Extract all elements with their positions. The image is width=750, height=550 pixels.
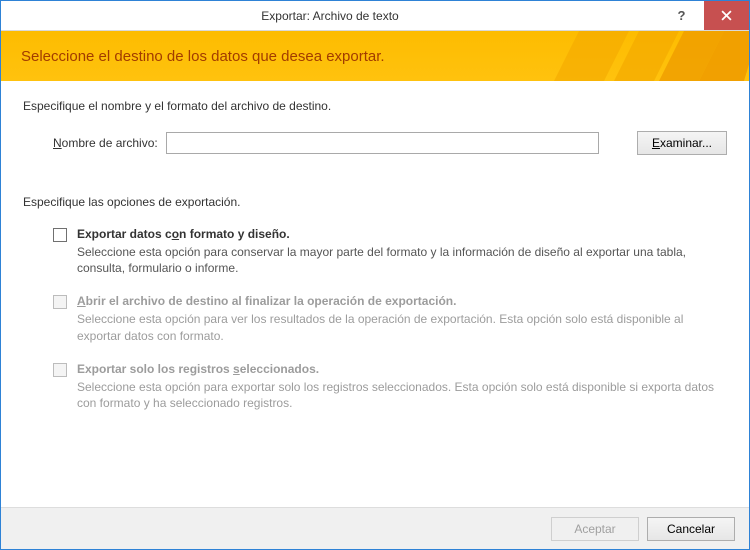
browse-button[interactable]: Examinar... xyxy=(637,131,727,155)
option-desc: Seleccione esta opción para conservar la… xyxy=(77,244,727,276)
window-title: Exportar: Archivo de texto xyxy=(1,9,659,23)
option-selected-records: Exportar solo los registros seleccionado… xyxy=(53,362,727,411)
title-bar: Exportar: Archivo de texto ? xyxy=(1,1,749,31)
option-title: Abrir el archivo de destino al finalizar… xyxy=(77,294,727,308)
option-text: Exportar datos con formato y diseño. Sel… xyxy=(77,227,727,276)
close-button[interactable] xyxy=(704,1,749,30)
option-export-format: Exportar datos con formato y diseño. Sel… xyxy=(53,227,727,276)
option-text: Abrir el archivo de destino al finalizar… xyxy=(77,294,727,343)
checkbox-open-after xyxy=(53,295,67,309)
content-area: Especifique el nombre y el formato del a… xyxy=(1,81,749,507)
accept-button: Aceptar xyxy=(551,517,639,541)
options-section-label: Especifique las opciones de exportación. xyxy=(23,195,727,209)
destination-section-label: Especifique el nombre y el formato del a… xyxy=(23,99,727,113)
help-button[interactable]: ? xyxy=(659,1,704,30)
banner-decoration xyxy=(499,31,749,81)
filename-label: Nombre de archivo: xyxy=(53,136,158,150)
footer: Aceptar Cancelar xyxy=(1,507,749,549)
option-title: Exportar datos con formato y diseño. xyxy=(77,227,727,241)
option-text: Exportar solo los registros seleccionado… xyxy=(77,362,727,411)
option-open-after: Abrir el archivo de destino al finalizar… xyxy=(53,294,727,343)
option-desc: Seleccione esta opción para ver los resu… xyxy=(77,311,727,343)
option-title: Exportar solo los registros seleccionado… xyxy=(77,362,727,376)
banner: Seleccione el destino de los datos que d… xyxy=(1,31,749,81)
option-desc: Seleccione esta opción para exportar sol… xyxy=(77,379,727,411)
banner-title: Seleccione el destino de los datos que d… xyxy=(21,48,385,65)
window-controls: ? xyxy=(659,1,749,30)
checkbox-export-format[interactable] xyxy=(53,228,67,242)
filename-input[interactable] xyxy=(166,132,599,154)
close-icon xyxy=(721,10,732,21)
export-options: Exportar datos con formato y diseño. Sel… xyxy=(23,227,727,411)
filename-row: Nombre de archivo: Examinar... xyxy=(23,131,727,155)
checkbox-selected-records xyxy=(53,363,67,377)
cancel-button[interactable]: Cancelar xyxy=(647,517,735,541)
